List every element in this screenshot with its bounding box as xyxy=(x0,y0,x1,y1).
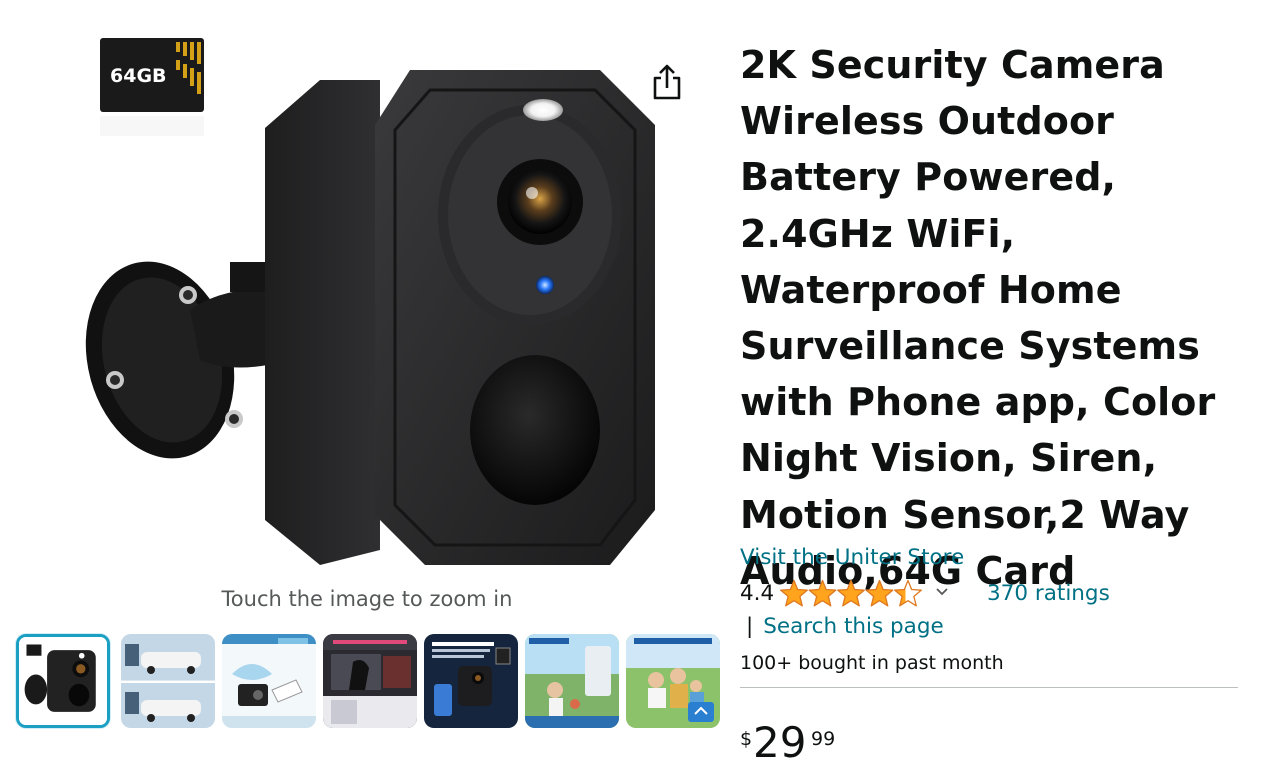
store-link[interactable]: Visit the Uniter Store xyxy=(740,545,964,570)
bought-in-past-month: 100+ bought in past month xyxy=(740,652,1004,674)
sd-card-icon: 64GB xyxy=(100,38,204,136)
wall-mount xyxy=(85,261,290,459)
separator: | xyxy=(746,614,754,639)
image-gallery: 64GB Touch the image to zoom in xyxy=(0,0,730,777)
thumb-waterproof[interactable] xyxy=(222,634,316,728)
zoom-hint-text: Touch the image to zoom in xyxy=(221,587,513,611)
search-this-page-link[interactable]: Search this page xyxy=(763,614,943,639)
search-page-row: | Search this page xyxy=(746,614,944,639)
star-icon xyxy=(780,579,808,607)
star-rating[interactable] xyxy=(780,579,922,609)
camera-body xyxy=(265,70,655,565)
rating-row: 4.4 370 ratings xyxy=(740,578,1260,610)
star-icon xyxy=(808,579,837,607)
thumb-two-way-audio[interactable] xyxy=(525,634,619,728)
price-fraction: 99 xyxy=(811,728,836,750)
star-icon xyxy=(865,579,894,607)
main-product-image[interactable]: 64GB xyxy=(80,30,670,575)
ratings-count-link[interactable]: 370 ratings xyxy=(987,581,1110,606)
thumb-sd-card-storage[interactable] xyxy=(424,634,518,728)
thumb-camera-main[interactable] xyxy=(16,634,110,728)
thumb-night-vision[interactable] xyxy=(323,634,417,728)
star-icon xyxy=(837,579,865,607)
price-whole: 29 xyxy=(753,718,807,767)
product-title: 2K Security Camera Wireless Outdoor Batt… xyxy=(740,43,1216,593)
rating-value: 4.4 xyxy=(740,581,775,606)
share-icon[interactable] xyxy=(648,62,686,102)
star-icon xyxy=(894,579,922,607)
divider xyxy=(740,687,1238,688)
price-symbol: $ xyxy=(740,728,753,750)
svg-text:64GB: 64GB xyxy=(110,65,167,87)
thumb-cars-driveway[interactable] xyxy=(121,634,215,728)
chevron-down-icon[interactable] xyxy=(934,585,950,599)
thumb-family-sharing[interactable] xyxy=(626,634,720,728)
